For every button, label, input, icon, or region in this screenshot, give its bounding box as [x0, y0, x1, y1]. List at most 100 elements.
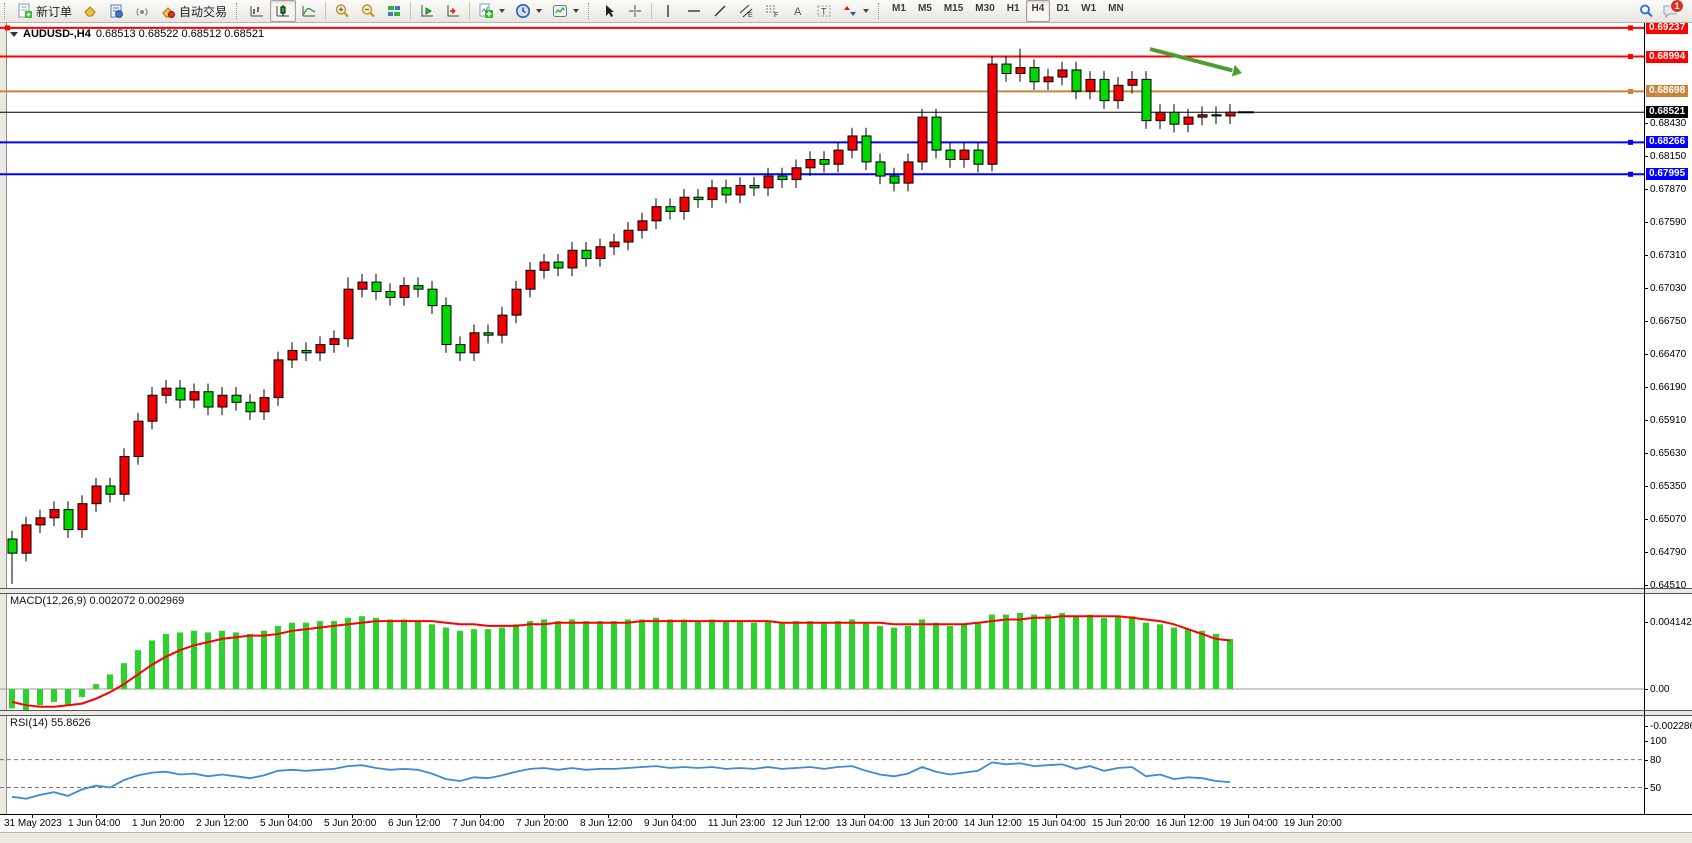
toolbar-grip[interactable] — [4, 3, 10, 19]
time-tick-label: 7 Jun 20:00 — [516, 818, 568, 829]
timeframe-mn-button[interactable]: MN — [1102, 0, 1130, 22]
zoom-in-button[interactable] — [329, 0, 355, 22]
new-chart-caret — [499, 9, 505, 13]
timeframe-m1-button[interactable]: M1 — [886, 0, 912, 22]
timeframe-m15-button[interactable]: M15 — [938, 0, 969, 22]
time-tick-label: 12 Jun 12:00 — [772, 818, 830, 829]
arrows-tool-button[interactable] — [837, 0, 874, 22]
horizontal-line-icon — [686, 3, 702, 19]
crosshair-tool-button[interactable] — [622, 0, 648, 22]
new-order-icon — [17, 3, 33, 19]
channel-tool-button[interactable]: E — [733, 0, 759, 22]
window-bottom-frame — [0, 832, 1692, 843]
macd-indicator-label: MACD(12,26,9) 0.002072 0.002969 — [10, 595, 184, 607]
chart-shift-icon — [445, 3, 461, 19]
price-tick-label: 0.68150 — [1650, 151, 1686, 162]
price-tick-label: 0.67590 — [1650, 217, 1686, 228]
notifications-chat-icon[interactable]: 1 — [1662, 3, 1678, 19]
period-caret — [536, 9, 542, 13]
time-tick — [1312, 815, 1313, 818]
notification-badge: 1 — [1670, 0, 1684, 13]
chart-title[interactable]: AUDUSD-,H4 0.68513 0.68522 0.68512 0.685… — [10, 28, 264, 40]
timeframe-h1-button[interactable]: H1 — [1001, 0, 1026, 22]
label-tool-button[interactable]: T — [811, 0, 837, 22]
templates-button[interactable] — [547, 0, 584, 22]
time-tick — [480, 815, 481, 818]
funds-button[interactable] — [77, 0, 103, 22]
axis-tick — [1644, 453, 1648, 454]
macd-panel-canvas[interactable] — [0, 592, 1644, 710]
fibonacci-tool-button[interactable]: F — [759, 0, 785, 22]
toolbar-grip[interactable] — [878, 3, 884, 19]
time-tick-label: 9 Jun 04:00 — [644, 818, 696, 829]
tile-windows-button[interactable] — [381, 0, 407, 22]
price-tick-label: 0.64510 — [1650, 580, 1686, 591]
axis-tick — [1644, 420, 1648, 421]
price-tick-label: 0.68430 — [1650, 118, 1686, 129]
signals-button[interactable] — [129, 0, 155, 22]
hline-price-label: 0.67995 — [1646, 168, 1688, 180]
main-chart-canvas[interactable] — [0, 23, 1644, 588]
quote-ohlc-label: 0.68513 0.68522 0.68512 0.68521 — [96, 28, 264, 40]
funds-icon — [82, 3, 98, 19]
axis-tick — [1644, 486, 1648, 487]
axis-tick — [1644, 519, 1648, 520]
price-tick-label: 0.65630 — [1650, 448, 1686, 459]
macd-axis-label: 0.004142 — [1650, 617, 1692, 628]
time-tick-label: 15 Jun 04:00 — [1028, 818, 1086, 829]
trendline-tool-button[interactable] — [707, 0, 733, 22]
auto-scroll-button[interactable] — [414, 0, 440, 22]
timeframe-m30-button[interactable]: M30 — [969, 0, 1000, 22]
price-tick-label: 0.67310 — [1650, 250, 1686, 261]
time-tick-label: 11 Jun 23:00 — [708, 818, 765, 829]
chart-shift-button[interactable] — [440, 0, 466, 22]
timeframe-w1-button[interactable]: W1 — [1075, 0, 1102, 22]
rsi-axis-label: 80 — [1650, 755, 1661, 766]
time-tick — [1120, 815, 1121, 818]
bar-chart-mode-button[interactable] — [244, 0, 270, 22]
horizontal-line-tool-button[interactable] — [681, 0, 707, 22]
timeframe-d1-button[interactable]: D1 — [1050, 0, 1075, 22]
template-chart-icon — [552, 3, 568, 19]
equidistant-channel-icon: E — [738, 3, 754, 19]
time-tick-label: 5 Jun 20:00 — [324, 818, 376, 829]
templates-caret — [573, 9, 579, 13]
time-tick — [608, 815, 609, 818]
rsi-panel-canvas[interactable] — [0, 714, 1644, 814]
hline-price-label: 0.68521 — [1646, 106, 1688, 118]
search-icon[interactable] — [1638, 3, 1654, 19]
candlestick-mode-button[interactable] — [270, 0, 296, 22]
history-button[interactable] — [103, 0, 129, 22]
time-axis[interactable]: 31 May 20231 Jun 04:001 Jun 20:002 Jun 1… — [0, 814, 1692, 833]
arrows-caret — [863, 9, 869, 13]
time-tick — [32, 815, 33, 818]
time-tick — [864, 815, 865, 818]
text-tool-button[interactable]: A — [785, 0, 811, 22]
time-tick-label: 13 Jun 20:00 — [900, 818, 958, 829]
axis-tick — [1644, 585, 1648, 586]
clock-icon — [515, 3, 531, 19]
period-button[interactable] — [510, 0, 547, 22]
toolbar-grip[interactable] — [236, 3, 242, 19]
hline-price-label: 0.68698 — [1646, 85, 1688, 97]
text-a-icon: A — [790, 3, 806, 19]
new-chart-button[interactable] — [473, 0, 510, 22]
toolbar-grip[interactable] — [588, 3, 594, 19]
chevron-down-icon — [10, 32, 18, 37]
vertical-line-tool-button[interactable] — [655, 0, 681, 22]
price-tick-label: 0.65910 — [1650, 415, 1686, 426]
hline-price-label: 0.69237 — [1646, 22, 1688, 34]
svg-text:E: E — [748, 12, 753, 19]
time-tick-label: 2 Jun 12:00 — [196, 818, 248, 829]
timeframe-m5-button[interactable]: M5 — [912, 0, 938, 22]
axis-tick — [1644, 288, 1648, 289]
time-tick-label: 13 Jun 04:00 — [836, 818, 894, 829]
price-tick-label: 0.65350 — [1650, 481, 1686, 492]
cursor-tool-button[interactable] — [596, 0, 622, 22]
line-chart-mode-button[interactable] — [296, 0, 322, 22]
auto-trading-button[interactable]: 自动交易 — [155, 0, 232, 22]
new-order-button[interactable]: 新订单 — [12, 0, 77, 22]
zoom-out-button[interactable] — [355, 0, 381, 22]
axis-tick — [1644, 622, 1648, 623]
timeframe-h4-button[interactable]: H4 — [1026, 0, 1051, 22]
